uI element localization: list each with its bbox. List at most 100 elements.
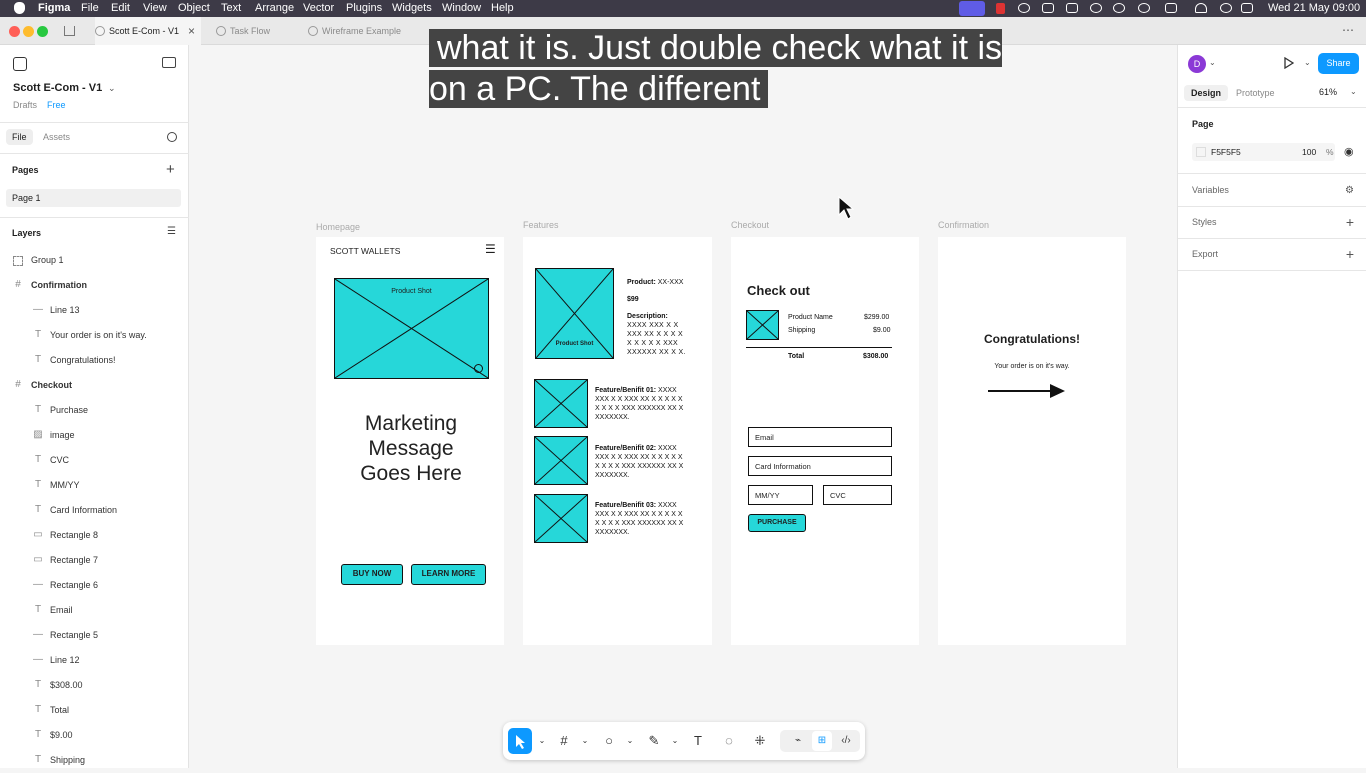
layer-shipping[interactable]: T Shipping bbox=[0, 748, 189, 773]
more-tabs-icon[interactable]: ⋯ bbox=[1342, 23, 1354, 37]
clock[interactable]: Wed 21 May 09:00 bbox=[1268, 2, 1360, 14]
layer-line-13[interactable]: — Line 13 bbox=[0, 298, 189, 323]
color-swatch[interactable] bbox=[1196, 147, 1206, 157]
variables-settings-icon[interactable]: ⚙ bbox=[1345, 185, 1354, 197]
shape-tool-icon[interactable]: ○ bbox=[599, 731, 619, 751]
text-tool-icon[interactable]: T bbox=[688, 731, 708, 751]
layer-total[interactable]: T Total bbox=[0, 698, 189, 723]
page-item[interactable]: Page 1 bbox=[6, 189, 181, 207]
search-icon[interactable] bbox=[167, 132, 177, 142]
drafts-link[interactable]: Drafts bbox=[13, 100, 37, 110]
layer-order-text[interactable]: T Your order is on it's way. bbox=[0, 323, 189, 348]
tab-prototype[interactable]: Prototype bbox=[1236, 88, 1275, 98]
layer-confirmation[interactable]: # Confirmation bbox=[0, 273, 189, 298]
menu-help[interactable]: Help bbox=[491, 2, 514, 14]
layer-line-12[interactable]: — Line 12 bbox=[0, 648, 189, 673]
menu-object[interactable]: Object bbox=[178, 2, 210, 14]
frame-tool-icon[interactable]: # bbox=[554, 731, 574, 751]
frame-features[interactable]: Product Shot Product: XX-XXX $99 Descrip… bbox=[523, 237, 712, 645]
menu-plugins[interactable]: Plugins bbox=[346, 2, 382, 14]
layer-mmyy[interactable]: T MM/YY bbox=[0, 473, 189, 498]
main-menu-icon[interactable] bbox=[13, 57, 27, 71]
status-icon[interactable] bbox=[1018, 3, 1030, 13]
menu-edit[interactable]: Edit bbox=[111, 2, 130, 14]
menu-vector[interactable]: Vector bbox=[303, 2, 334, 14]
time-machine-icon[interactable] bbox=[1138, 3, 1150, 13]
record-icon[interactable] bbox=[996, 3, 1005, 14]
menu-window[interactable]: Window bbox=[442, 2, 481, 14]
minimize-window-button[interactable] bbox=[23, 26, 34, 37]
variables-section-header[interactable]: Variables bbox=[1192, 185, 1229, 195]
battery-icon[interactable] bbox=[1165, 3, 1177, 13]
extension-icon[interactable] bbox=[1066, 3, 1078, 13]
move-tool-button[interactable] bbox=[508, 728, 532, 754]
tab-design[interactable]: Design bbox=[1184, 85, 1229, 101]
tab-wireframe-example[interactable]: Wireframe Example bbox=[308, 17, 428, 45]
frame-label-checkout[interactable]: Checkout bbox=[731, 220, 769, 230]
layer-purchase[interactable]: T Purchase bbox=[0, 398, 189, 423]
menu-file[interactable]: File bbox=[81, 2, 99, 14]
frame-label-confirmation[interactable]: Confirmation bbox=[938, 220, 989, 230]
close-tab-icon[interactable]: × bbox=[188, 24, 195, 38]
tab-file[interactable]: File bbox=[6, 129, 33, 145]
menu-app-name[interactable]: Figma bbox=[38, 2, 70, 14]
bluetooth-icon[interactable] bbox=[1090, 3, 1102, 13]
menu-view[interactable]: View bbox=[143, 2, 167, 14]
home-icon[interactable] bbox=[64, 26, 75, 36]
avatar-chevron-icon[interactable]: ⌄ bbox=[1209, 58, 1216, 67]
present-chevron-icon[interactable]: ⌄ bbox=[1304, 58, 1311, 67]
layer-email[interactable]: T Email bbox=[0, 598, 189, 623]
play-icon[interactable] bbox=[1113, 3, 1125, 13]
layer-cvc[interactable]: T CVC bbox=[0, 448, 189, 473]
layer-rectangle-5[interactable]: — Rectangle 5 bbox=[0, 623, 189, 648]
menu-text[interactable]: Text bbox=[221, 2, 241, 14]
page-color-field[interactable]: F5F5F5 100 % bbox=[1192, 143, 1335, 161]
menu-arrange[interactable]: Arrange bbox=[255, 2, 294, 14]
control-center-icon[interactable] bbox=[1241, 3, 1253, 13]
apple-icon[interactable] bbox=[14, 2, 25, 14]
present-play-icon[interactable] bbox=[1284, 57, 1294, 69]
add-page-icon[interactable]: + bbox=[166, 161, 175, 178]
tab-scott-ecom[interactable]: Scott E-Com - V1 × bbox=[95, 17, 201, 45]
shape-tool-chevron-icon[interactable]: ⌄ bbox=[620, 731, 640, 751]
pen-tool-icon[interactable]: ✎ bbox=[644, 731, 664, 751]
frame-checkout[interactable]: Check out Product Name $299.00 Shipping … bbox=[731, 237, 919, 645]
pen-tool-chevron-icon[interactable]: ⌄ bbox=[665, 731, 685, 751]
canvas[interactable]: Homepage SCOTT WALLETS ☰ Product Shot Ma… bbox=[189, 45, 1354, 768]
design-mode-icon[interactable]: ⊞ bbox=[812, 731, 832, 751]
tab-assets[interactable]: Assets bbox=[43, 132, 70, 142]
resources-tool-icon[interactable]: ⁜ bbox=[750, 731, 770, 751]
close-window-button[interactable] bbox=[9, 26, 20, 37]
frame-label-homepage[interactable]: Homepage bbox=[316, 222, 360, 232]
layer-congratulations[interactable]: T Congratulations! bbox=[0, 348, 189, 373]
zoom-chevron-icon[interactable]: ⌄ bbox=[1350, 87, 1357, 96]
page-color-value[interactable]: F5F5F5 bbox=[1211, 147, 1241, 157]
layer-rectangle-8[interactable]: ▭ Rectangle 8 bbox=[0, 523, 189, 548]
layer-9[interactable]: T $9.00 bbox=[0, 723, 189, 748]
add-style-icon[interactable]: + bbox=[1346, 215, 1354, 229]
avatar[interactable]: D bbox=[1188, 55, 1206, 73]
layer-options-icon[interactable]: ☰ bbox=[167, 226, 176, 237]
tab-task-flow[interactable]: Task Flow bbox=[216, 17, 296, 45]
frame-homepage[interactable]: SCOTT WALLETS ☰ Product Shot Marketing M… bbox=[316, 237, 504, 645]
share-button[interactable]: Share bbox=[1318, 53, 1359, 74]
chevron-down-icon[interactable]: ⌄ bbox=[108, 83, 116, 94]
zoom-window-button[interactable] bbox=[37, 26, 48, 37]
layer-group-1[interactable]: Group 1 bbox=[0, 248, 189, 273]
add-export-icon[interactable]: + bbox=[1346, 247, 1354, 261]
layer-card-information[interactable]: T Card Information bbox=[0, 498, 189, 523]
page-opacity-value[interactable]: 100 bbox=[1302, 147, 1316, 157]
draw-mode-icon[interactable]: ⌁ bbox=[788, 731, 808, 751]
layer-rectangle-7[interactable]: ▭ Rectangle 7 bbox=[0, 548, 189, 573]
move-tool-chevron-icon[interactable]: ⌄ bbox=[532, 731, 552, 751]
layer-rectangle-6[interactable]: — Rectangle 6 bbox=[0, 573, 189, 598]
frame-label-features[interactable]: Features bbox=[523, 220, 559, 230]
figma-status-icon[interactable] bbox=[1042, 3, 1054, 13]
layer-308[interactable]: T $308.00 bbox=[0, 673, 189, 698]
layer-checkout[interactable]: # Checkout bbox=[0, 373, 189, 398]
frame-confirmation[interactable]: Congratulations! Your order is on it's w… bbox=[938, 237, 1126, 645]
zoom-level[interactable]: 61% bbox=[1319, 87, 1337, 97]
screen-share-icon[interactable] bbox=[959, 1, 985, 16]
eye-icon[interactable]: ◉ bbox=[1344, 145, 1354, 158]
project-title[interactable]: Scott E-Com - V1 bbox=[13, 82, 102, 94]
